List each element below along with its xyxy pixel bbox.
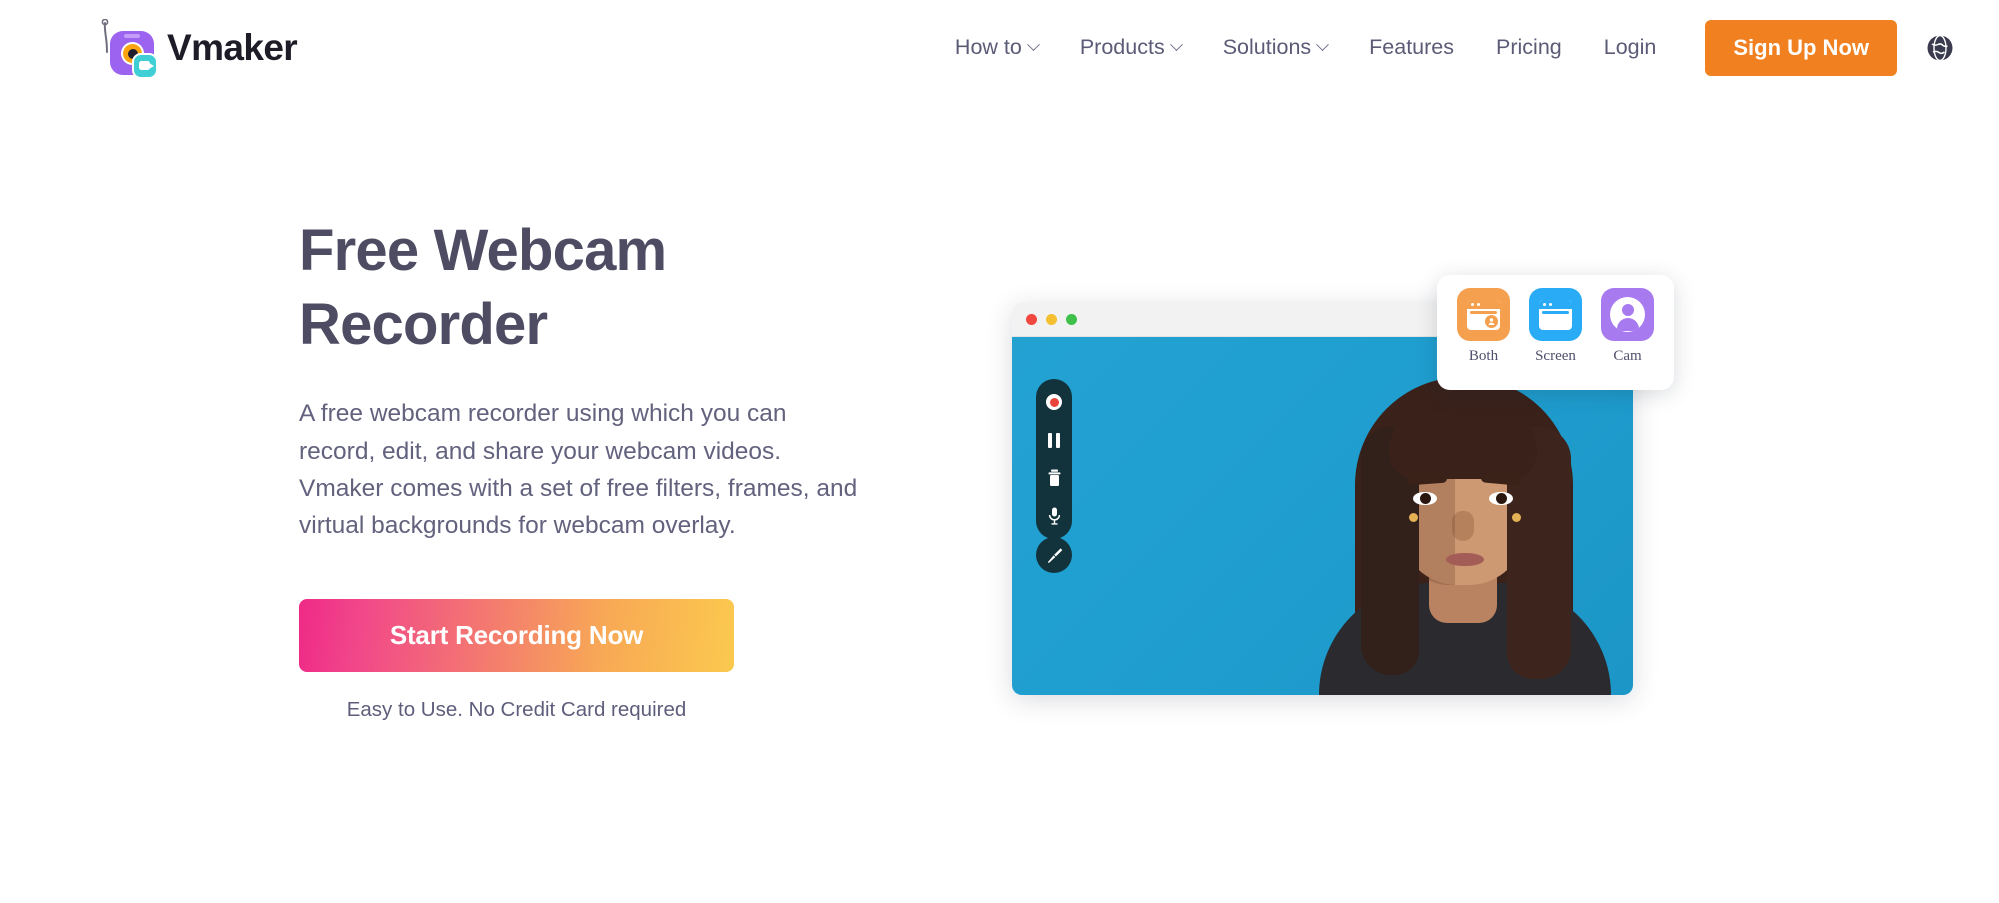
mode-option-screen[interactable]: Screen — [1528, 288, 1584, 365]
mode-label-cam: Cam — [1613, 348, 1642, 364]
main-navigation: How to Products Solutions Features Prici… — [934, 0, 1999, 95]
mode-label-both: Both — [1468, 348, 1499, 364]
logo-flash — [124, 34, 140, 38]
chevron-down-icon — [1316, 38, 1330, 52]
site-header: Vmaker How to Products Solutions Feature… — [0, 0, 1999, 95]
mode-option-cam[interactable]: Cam — [1600, 288, 1656, 365]
record-button[interactable] — [1043, 391, 1065, 413]
start-recording-button[interactable]: Start Recording Now — [299, 599, 734, 673]
window-with-avatar-icon — [1467, 299, 1500, 330]
vmaker-camera-logo-icon — [96, 17, 158, 79]
hero-title-line-2: Recorder — [299, 292, 548, 358]
pause-icon — [1048, 432, 1060, 448]
annotate-button[interactable] — [1036, 537, 1072, 573]
window-minimize-dot-icon[interactable] — [1046, 314, 1057, 325]
webcam-person-image — [1309, 365, 1619, 695]
video-area — [1012, 337, 1633, 695]
nav-label: Solutions — [1222, 35, 1312, 59]
nav-item-features[interactable]: Features — [1348, 35, 1475, 60]
cta-note: Easy to Use. No Credit Card required — [346, 698, 687, 722]
pause-button[interactable] — [1043, 429, 1065, 451]
nav-label: How to — [954, 35, 1022, 59]
mode-tile-both — [1457, 288, 1510, 341]
trash-icon — [1048, 469, 1060, 486]
brush-icon — [1047, 547, 1062, 563]
logo-video-lens — [149, 62, 154, 69]
recording-toolbar — [1036, 379, 1072, 539]
window-maximize-dot-icon[interactable] — [1066, 314, 1077, 325]
brand-name: Vmaker — [167, 26, 298, 68]
record-dot-icon — [1046, 394, 1062, 410]
nav-label: Pricing — [1496, 35, 1562, 59]
capture-mode-selector: Both Screen Cam — [1437, 275, 1674, 390]
mode-tile-screen — [1529, 288, 1582, 341]
mode-option-both[interactable]: Both — [1456, 288, 1512, 365]
window-icon — [1539, 299, 1572, 330]
chevron-down-icon — [1169, 38, 1183, 52]
sign-up-button[interactable]: Sign Up Now — [1705, 19, 1897, 76]
hero-title-line-1: Free Webcam — [299, 218, 667, 283]
nav-item-pricing[interactable]: Pricing — [1475, 35, 1583, 60]
nav-label: Features — [1369, 35, 1455, 59]
nav-label: Products — [1079, 35, 1165, 59]
globe-icon[interactable] — [1925, 33, 1955, 63]
nav-item-login[interactable]: Login — [1583, 35, 1678, 60]
mode-tile-cam — [1601, 288, 1654, 341]
microphone-icon — [1048, 507, 1060, 525]
hero-section: Free Webcam Recorder A free webcam record… — [299, 214, 899, 722]
brand-logo-link[interactable]: Vmaker — [96, 14, 298, 82]
hero-description: A free webcam recorder using which you c… — [299, 400, 858, 540]
window-close-dot-icon[interactable] — [1026, 314, 1037, 325]
page-title: Free Webcam Recorder — [299, 214, 729, 362]
mode-label-screen: Screen — [1535, 348, 1576, 364]
chevron-down-icon — [1026, 38, 1040, 52]
nav-item-how-to[interactable]: How to — [934, 35, 1059, 60]
delete-button[interactable] — [1043, 467, 1065, 489]
nav-item-solutions[interactable]: Solutions — [1202, 35, 1348, 60]
nav-item-products[interactable]: Products — [1059, 35, 1202, 60]
person-avatar-icon — [1610, 297, 1645, 332]
nav-label: Login — [1603, 35, 1657, 59]
microphone-button[interactable] — [1043, 505, 1065, 527]
